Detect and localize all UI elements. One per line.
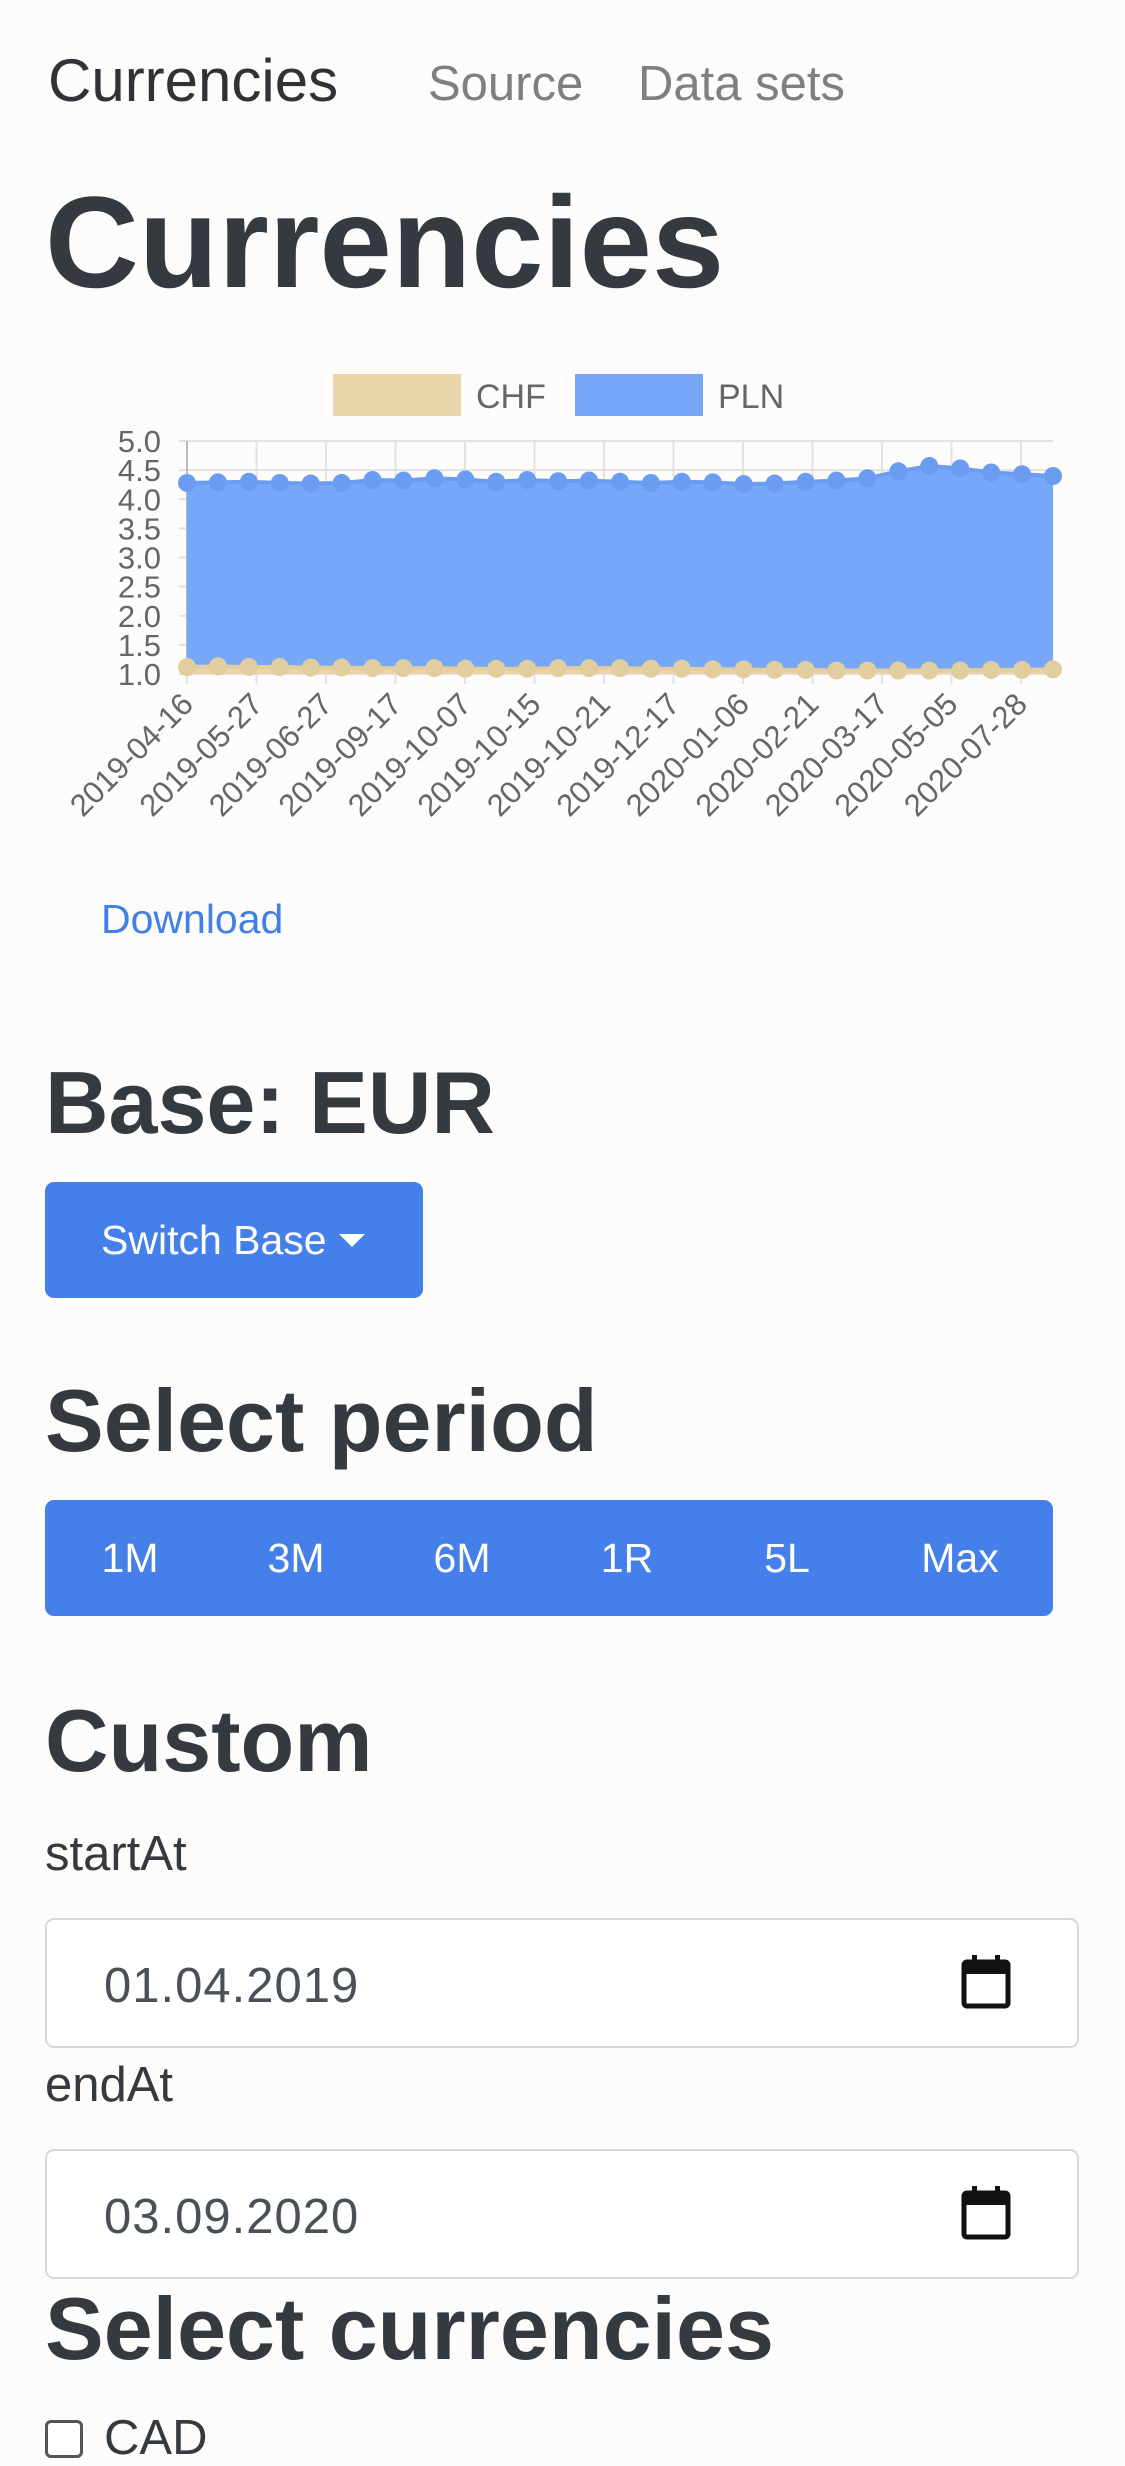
pln-point (796, 472, 815, 491)
pln-point (951, 459, 970, 478)
chf-point (208, 657, 227, 676)
calendar-icon[interactable] (961, 2185, 1011, 2241)
chf-point (549, 659, 568, 678)
chf-point (178, 658, 196, 677)
pln-point (982, 463, 1001, 482)
navbar: Currencies Source Data sets (0, 0, 1125, 170)
pln-point (734, 475, 753, 494)
chf-point (456, 659, 475, 678)
pln-point (1044, 466, 1062, 485)
chf-point (425, 659, 444, 678)
pln-point (580, 471, 599, 490)
pln-point (456, 470, 475, 489)
end-at-label: endAt (45, 2058, 174, 2112)
legend-label-chf: CHF (476, 378, 546, 416)
chf-point (765, 660, 784, 679)
pln-point (425, 469, 444, 488)
pln-point (363, 471, 382, 490)
pln-point (332, 473, 351, 492)
pln-point (270, 473, 289, 492)
chf-point (920, 661, 939, 680)
caret-down-icon (338, 1233, 365, 1247)
pln-point (518, 471, 537, 490)
custom-heading: Custom (45, 1691, 373, 1790)
chf-point (1013, 660, 1032, 679)
chf-point (641, 659, 660, 678)
currencies-heading: Select currencies (45, 2279, 774, 2378)
nav-link-data-sets[interactable]: Data sets (638, 56, 845, 112)
currency-checkbox-cad[interactable] (45, 2420, 83, 2458)
chf-point (487, 659, 506, 678)
chf-point (703, 660, 722, 679)
chf-point (672, 659, 691, 678)
period-button-max[interactable]: Max (867, 1500, 1053, 1616)
pln-point (487, 472, 506, 491)
start-at-value: 01.04.2019 (104, 1959, 360, 2013)
start-at-label: startAt (45, 1827, 187, 1881)
chf-point (394, 659, 413, 678)
pln-point (858, 469, 877, 488)
pln-point (920, 457, 939, 476)
pln-point (889, 462, 908, 481)
period-heading: Select period (45, 1371, 598, 1470)
pln-point (703, 473, 722, 492)
navbar-brand[interactable]: Currencies (48, 46, 338, 115)
pln-point (641, 473, 660, 492)
period-button-3m[interactable]: 3M (215, 1500, 377, 1616)
chf-point (858, 661, 877, 680)
switch-base-button[interactable]: Switch Base (45, 1182, 423, 1298)
nav-link-source[interactable]: Source (428, 56, 583, 112)
chf-point (796, 660, 815, 679)
end-at-value: 03.09.2020 (104, 2190, 360, 2244)
pln-point (827, 471, 846, 490)
pln-point (301, 474, 320, 493)
switch-base-label: Switch Base (101, 1216, 327, 1263)
period-button-5l[interactable]: 5L (707, 1500, 867, 1616)
start-at-input[interactable]: 01.04.2019 (45, 1918, 1079, 2048)
pln-point (1013, 465, 1032, 484)
chf-point (611, 659, 629, 678)
pln-point (672, 472, 691, 491)
y-tick-label: 1.0 (118, 657, 161, 692)
chf-point (363, 659, 382, 678)
period-button-1r[interactable]: 1R (547, 1500, 707, 1616)
end-at-input[interactable]: 03.09.2020 (45, 2149, 1079, 2279)
chf-point (580, 659, 599, 678)
calendar-icon[interactable] (961, 1954, 1011, 2010)
chf-point (1044, 660, 1062, 679)
pln-point (765, 474, 784, 493)
chf-point (889, 661, 908, 680)
chf-point (239, 658, 258, 677)
period-button-6m[interactable]: 6M (377, 1500, 547, 1616)
currency-chart: CHF PLN5.04.54.03.53.02.52.01.51.02019-04… (63, 374, 1062, 823)
base-heading: Base: EUR (45, 1053, 495, 1152)
currency-label-cad: CAD (104, 2411, 208, 2465)
download-link[interactable]: Download (101, 896, 283, 943)
page-title: Currencies (45, 169, 725, 315)
chf-point (270, 658, 289, 677)
period-button-group: 1M 3M 6M 1R 5L Max (45, 1500, 1053, 1616)
period-button-1m[interactable]: 1M (45, 1500, 215, 1616)
pln-point (394, 471, 413, 490)
pln-point (549, 472, 568, 491)
chf-point (827, 661, 846, 680)
pln-point (239, 472, 258, 491)
chf-point (951, 661, 970, 680)
legend-swatch-chf (333, 374, 461, 416)
pln-point (208, 473, 227, 492)
legend-label-pln: PLN (718, 378, 784, 416)
pln-point (178, 473, 196, 492)
chf-point (332, 658, 351, 677)
pln-point (611, 472, 629, 491)
chf-point (982, 660, 1001, 679)
pln-area (187, 466, 1053, 674)
chf-point (734, 660, 753, 679)
legend-swatch-pln (575, 374, 703, 416)
chf-point (518, 659, 537, 678)
chf-point (301, 658, 320, 677)
